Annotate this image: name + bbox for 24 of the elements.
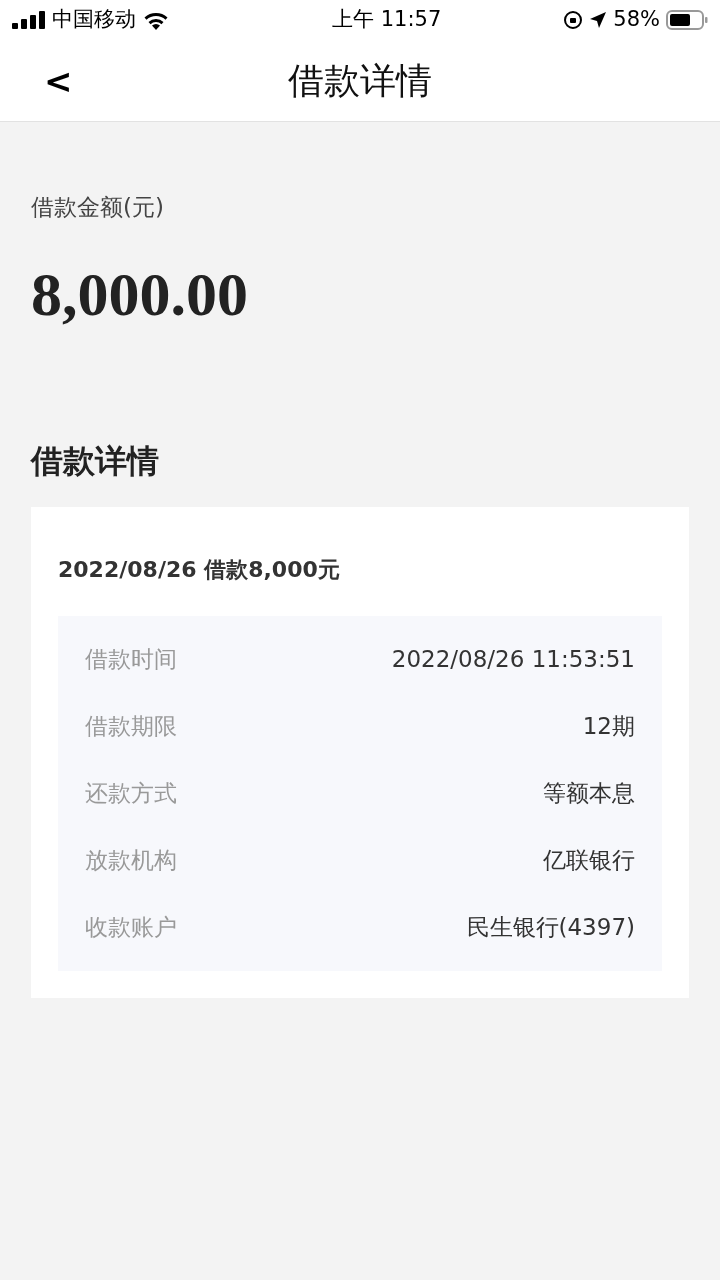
battery-icon [666, 10, 708, 30]
signal-icon [12, 11, 46, 29]
detail-value: 12期 [582, 711, 635, 741]
detail-value: 亿联银行 [543, 845, 635, 875]
loan-amount: 8,000.00 [31, 262, 249, 325]
detail-label: 收款账户 [85, 912, 177, 942]
back-button[interactable]: < [44, 63, 73, 98]
card-title: 2022/08/26 借款8,000元 [58, 555, 341, 584]
detail-label: 借款期限 [85, 711, 177, 741]
page-title: 借款详情 [288, 58, 432, 103]
detail-value: 民生银行(4397) [466, 912, 635, 942]
detail-value: 2022/08/26 11:53:51 [391, 644, 635, 674]
detail-label: 还款方式 [85, 778, 177, 808]
detail-value: 等额本息 [543, 778, 635, 808]
rotation-lock-icon [563, 10, 584, 30]
detail-label: 放款机构 [85, 845, 177, 875]
wifi-icon [142, 10, 170, 30]
section-title: 借款详情 [31, 440, 160, 482]
amount-label: 借款金额(元) [31, 193, 165, 222]
carrier-name: 中国移动 [52, 6, 136, 34]
status-time: 上午 11:57 [332, 6, 442, 34]
location-arrow-icon [589, 11, 608, 29]
detail-label: 借款时间 [85, 644, 177, 674]
battery-percent: 58% [613, 6, 660, 34]
